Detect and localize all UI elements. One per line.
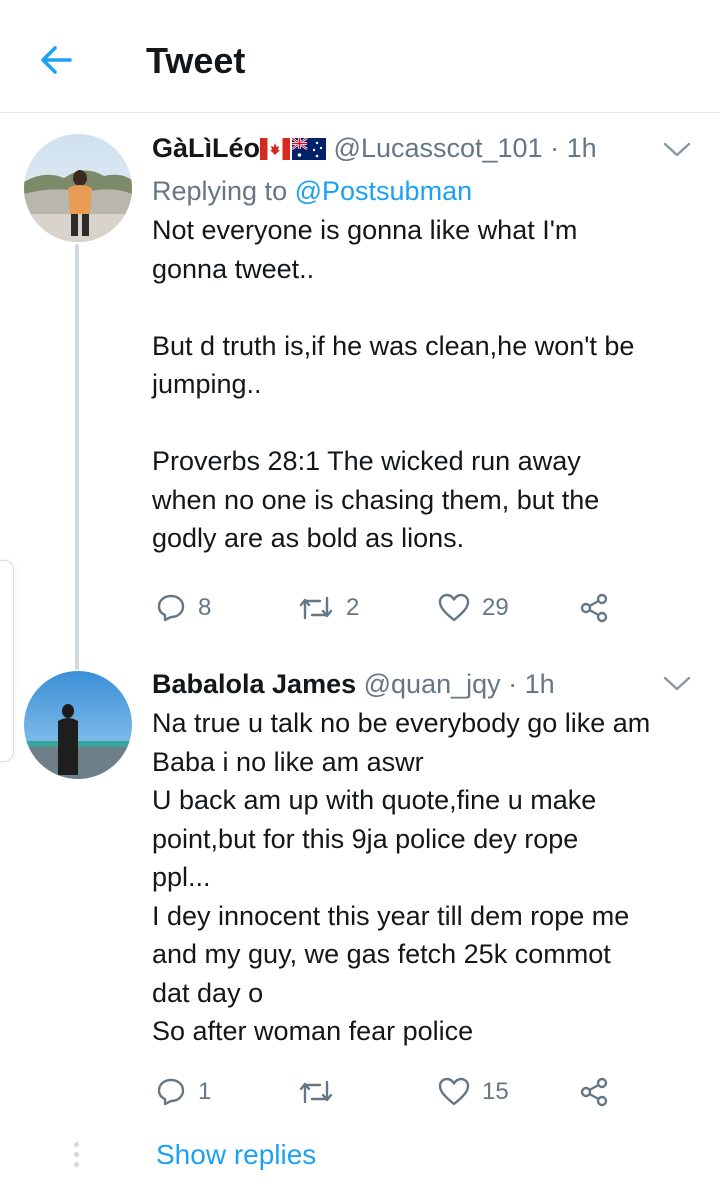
retweet-button[interactable] — [298, 1072, 346, 1112]
tweet-header: GàLìLéo @Lucasscot_101 · 1h — [152, 132, 702, 167]
tweet-text: Not everyone is gonna like what I'm gonn… — [152, 215, 635, 553]
share-button[interactable] — [578, 588, 610, 628]
replying-to: Replying to @Postsubman — [152, 175, 702, 207]
retweet-button[interactable]: 2 — [298, 588, 359, 628]
like-count: 29 — [482, 594, 509, 621]
like-button[interactable]: 29 — [438, 588, 509, 628]
display-name[interactable]: Babalola James — [152, 669, 356, 699]
timestamp: · 1h — [550, 133, 597, 163]
display-name[interactable]: GàLìLéo — [152, 133, 260, 163]
tweet-actions: 1 15 — [152, 1072, 632, 1112]
replying-to-label: Replying to — [152, 176, 288, 206]
heart-icon — [438, 1077, 470, 1106]
back-button[interactable] — [36, 40, 76, 80]
flags — [260, 135, 327, 167]
retweet-count: 2 — [346, 594, 360, 621]
timestamp: · 1h — [508, 669, 555, 699]
avatar[interactable] — [24, 671, 132, 779]
like-button[interactable]: 15 — [438, 1072, 509, 1112]
page-title: Tweet — [146, 40, 246, 81]
reply-button[interactable]: 1 — [156, 1072, 211, 1112]
reply-count: 8 — [198, 594, 212, 621]
reply-count: 1 — [198, 1078, 212, 1105]
avatar[interactable] — [24, 134, 132, 242]
reply-icon — [157, 1078, 185, 1106]
like-count: 15 — [482, 1078, 509, 1105]
avatar-photo — [24, 671, 132, 779]
chevron-down-icon[interactable] — [662, 674, 692, 694]
handle[interactable]: @quan_jqy — [364, 669, 501, 699]
share-button[interactable] — [578, 1072, 610, 1112]
australia-flag-icon — [291, 137, 327, 160]
thread-continuation-dots — [74, 1142, 80, 1172]
reply-button[interactable]: 8 — [156, 588, 211, 628]
handle[interactable]: @Lucasscot_101 — [334, 133, 543, 163]
share-icon — [580, 593, 608, 623]
tweet[interactable]: GàLìLéo @Lucasscot_101 · 1h Replying to … — [152, 132, 702, 558]
chevron-down-icon[interactable] — [662, 140, 692, 160]
tweet-actions: 8 2 29 — [152, 588, 632, 628]
show-replies-link[interactable]: Show replies — [156, 1138, 316, 1172]
tweet[interactable]: Babalola James @quan_jqy · 1h Na true u … — [152, 668, 702, 1051]
edge-panel-handle[interactable] — [0, 560, 14, 762]
arrow-left-icon — [41, 46, 72, 74]
avatar-photo — [24, 134, 132, 242]
heart-icon — [438, 593, 470, 622]
top-app-bar: Tweet — [0, 0, 720, 113]
retweet-icon — [299, 1080, 333, 1104]
retweet-icon — [299, 596, 333, 620]
mention-link[interactable]: @Postsubman — [295, 176, 473, 206]
tweet-text: Na true u talk no be everybody go like a… — [152, 708, 651, 1046]
reply-icon — [157, 594, 185, 622]
thread-connector-line — [75, 244, 79, 670]
canada-flag-icon — [260, 138, 291, 160]
share-icon — [580, 1077, 608, 1107]
tweet-header: Babalola James @quan_jqy · 1h — [152, 668, 702, 700]
